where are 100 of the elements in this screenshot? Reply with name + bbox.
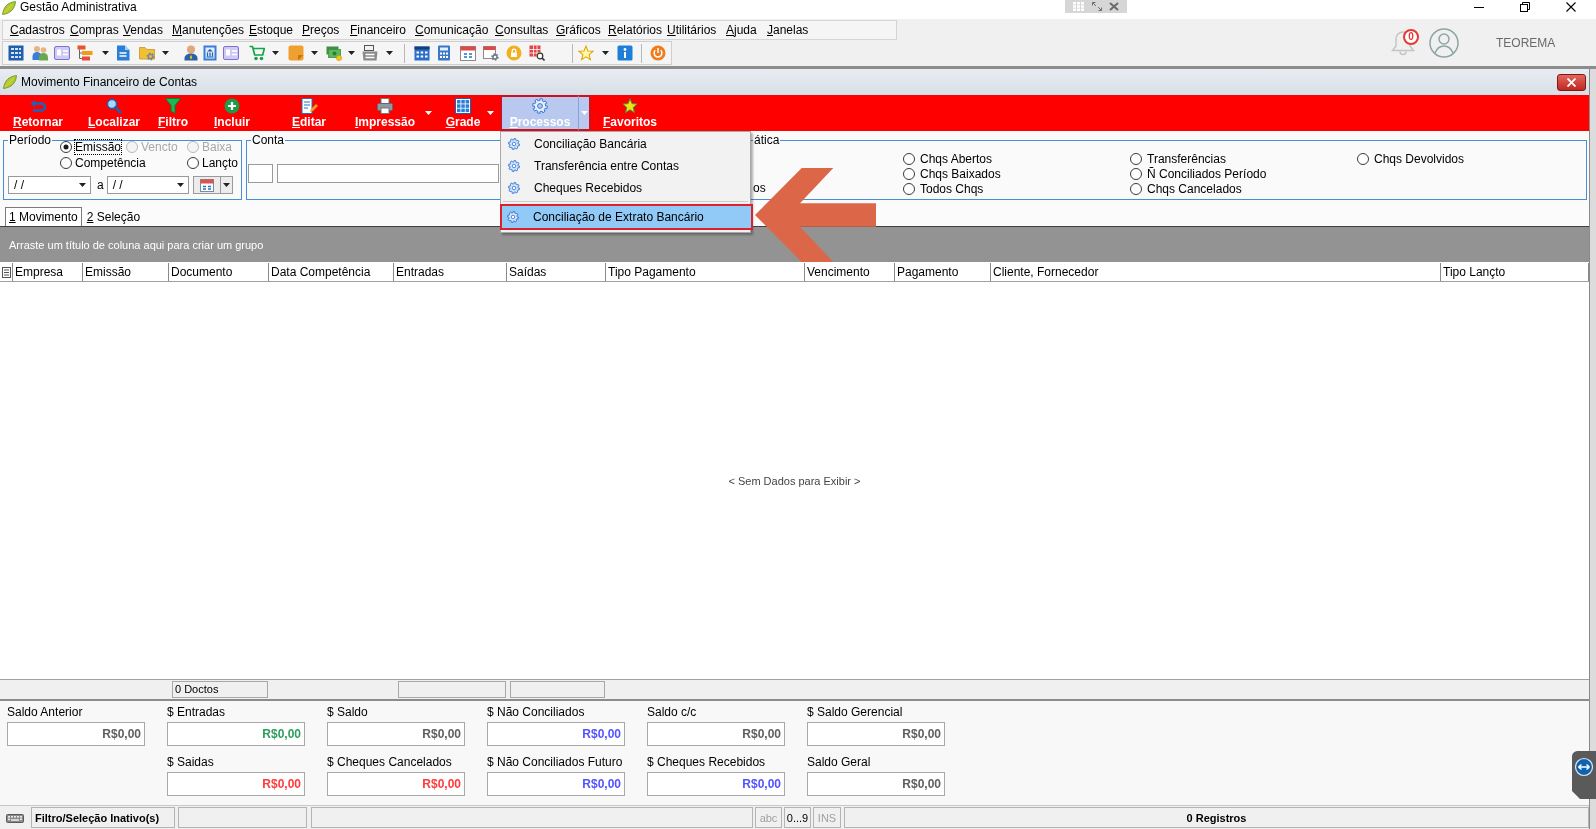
keyboard-icon[interactable] [6,813,24,823]
table-search-icon[interactable] [529,45,545,61]
radio-button[interactable]: Chqs Baixados [903,166,1001,181]
card-icon[interactable] [54,45,70,61]
radio-button[interactable]: Ñ Conciliados Período [1130,166,1267,181]
column-header[interactable]: Pagamento [895,263,991,281]
close-icon[interactable] [1566,2,1576,12]
tab[interactable]: 1 Movimento [5,207,82,226]
hierarchy-icon[interactable] [77,45,93,61]
radio-button[interactable]: Transferências [1130,151,1226,166]
folder-gear-icon[interactable] [139,45,155,61]
radio-button[interactable]: Emissão [60,139,121,155]
card-icon[interactable] [223,45,239,61]
menu-item[interactable]: Gráficos [556,22,608,38]
menu-item[interactable]: Relatórios [608,22,667,38]
menu-item[interactable]: Compras [70,22,123,38]
radio-button[interactable]: Chqs Abertos [903,151,993,166]
list-icon[interactable] [1,266,11,278]
add-icon [224,98,240,114]
column-header[interactable]: Documento [169,263,269,281]
toolbar-button[interactable]: Editar [280,95,338,131]
menu-item[interactable]: Cheques Recebidos [501,177,750,199]
close-button[interactable] [1557,73,1586,91]
toolbar-button[interactable]: Filtro [150,95,196,131]
toolbar-button[interactable]: Retornar [4,95,72,131]
column-header[interactable]: Cliente, Fornecedor [991,263,1441,281]
caret-icon[interactable] [311,51,318,55]
calendar-gear-icon[interactable] [483,45,499,61]
menu-item[interactable]: Consultas [495,22,556,38]
notification-badge: 0 [1403,28,1419,45]
menu-item[interactable]: Conciliação Bancária [501,133,750,155]
caret-icon[interactable] [272,51,279,55]
menu-item[interactable]: Conciliação de Extrato Bancário [500,204,753,230]
column-header[interactable]: Vencimento [805,263,895,281]
menu-item[interactable]: Vendas [123,22,172,38]
date-field[interactable]: / / [8,176,91,194]
toolbar-button[interactable]: Impressão [348,95,422,131]
option-label[interactable]: os [753,181,766,196]
date-field[interactable]: / / [106,176,189,194]
column-header[interactable]: Empresa [13,263,83,281]
power-icon[interactable] [650,45,666,61]
cash-register-icon[interactable] [362,45,378,61]
radio-button[interactable]: Chqs Cancelados [1130,181,1242,196]
toolbar-button[interactable]: Grade [442,95,484,131]
column-header[interactable]: Entradas [394,263,507,281]
column-header[interactable]: Data Competência [269,263,394,281]
sticky-note-icon[interactable] [288,45,304,61]
restore-icon[interactable] [1520,2,1530,12]
arrows-tab-icon[interactable] [1571,751,1596,799]
caret-icon[interactable] [348,51,355,55]
toolbar-button[interactable]: Favoritos [596,95,664,131]
menu-item[interactable]: Cadastros [10,22,70,38]
people-icon[interactable] [32,45,48,61]
radio-button[interactable]: Chqs Devolvidos [1357,151,1465,166]
menu-item[interactable]: Utilitários [667,22,726,38]
calendar-icon[interactable] [414,45,430,61]
column-header[interactable]: Emissão [83,263,169,281]
menu-item[interactable]: Janelas [767,22,817,38]
cash-icon[interactable] [326,45,342,61]
gear-icon [508,138,520,150]
column-header[interactable]: Tipo Lançto [1441,263,1589,281]
star-icon[interactable] [578,45,594,61]
minimize-icon[interactable] [1474,6,1484,8]
calculator-icon[interactable] [436,45,452,61]
menu-item[interactable]: Comunicação [415,22,495,38]
caret-icon[interactable] [602,51,609,55]
caret-icon[interactable] [102,51,109,55]
field-label: $ Saidas [167,754,214,770]
menu-item[interactable]: Transferência entre Contas [501,155,750,177]
printer-icon [377,98,393,114]
radio-button[interactable]: Competência [60,155,146,171]
info-icon[interactable] [617,45,633,61]
menu-item[interactable]: Manutenções [172,22,249,38]
menu-item[interactable]: Financeiro [350,22,415,38]
radio-button[interactable]: Lançto [187,155,239,171]
caret-icon [176,183,184,187]
gear-icon [532,98,548,114]
toolbar-button[interactable]: Incluir [204,95,260,131]
window-title: Movimento Financeiro de Contas [21,75,198,89]
calendar-button[interactable] [192,176,233,194]
caret-icon[interactable] [386,51,393,55]
column-header[interactable]: Saídas [507,263,606,281]
code-field[interactable] [248,164,273,183]
menu-item[interactable]: Ajuda [726,22,767,38]
menu-item[interactable]: Estoque [249,22,302,38]
building-icon[interactable] [8,45,24,61]
amount-field: R$0,00 [487,722,625,746]
expand-icon[interactable] [1091,2,1102,11]
name-field[interactable] [277,164,499,183]
document-icon[interactable] [115,45,131,61]
radio-button[interactable]: Todos Chqs [903,181,984,196]
dropdown-toggle[interactable] [578,95,591,131]
caret-icon[interactable] [162,51,169,55]
tab[interactable]: 2 Seleção [82,207,145,226]
column-header[interactable]: Tipo Pagamento [606,263,805,281]
person-icon[interactable] [183,45,199,61]
toolbar-button[interactable]: Localizar [82,95,146,131]
menu-item[interactable]: Preços [302,22,350,38]
cart-icon[interactable] [249,45,265,61]
bank-document-icon[interactable] [202,45,218,61]
